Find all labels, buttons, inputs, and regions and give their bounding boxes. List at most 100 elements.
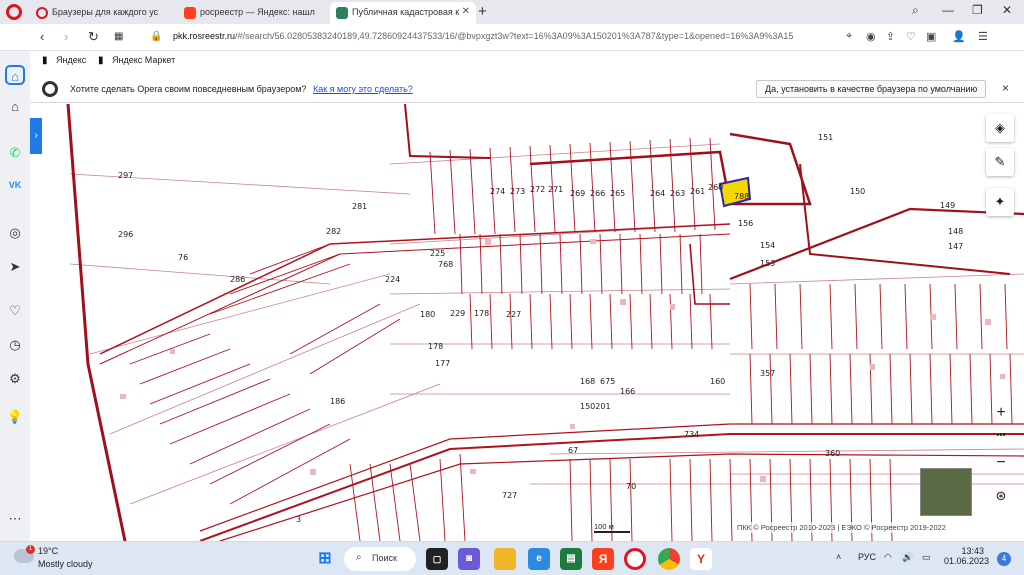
zoom-out-button[interactable]: − — [988, 454, 1014, 478]
svg-text:149: 149 — [940, 201, 955, 210]
tray-chevron-icon[interactable]: ˄ — [836, 552, 841, 562]
send-icon[interactable]: ➤ — [5, 257, 25, 277]
tab-grid-icon[interactable]: ▦ — [114, 31, 123, 42]
weather-description[interactable]: Mostly cloudy — [38, 559, 93, 569]
svg-text:225: 225 — [430, 249, 445, 258]
tab-opera-browsers[interactable]: Браузеры для каждого ус — [30, 2, 176, 24]
yandex-browser-icon[interactable]: Я — [592, 548, 614, 570]
svg-text:360: 360 — [825, 449, 840, 458]
svg-text:70: 70 — [626, 482, 636, 491]
speed-dial-icon[interactable]: ⌂ — [5, 97, 25, 117]
svg-text:3: 3 — [296, 515, 301, 524]
map-canvas[interactable]: 297 296 76 281 282 224 180 178 177 186 274 273 2… — [30, 104, 1024, 541]
minimize-icon[interactable]: — — [942, 3, 954, 17]
svg-text:272: 272 — [530, 185, 545, 194]
volume-icon[interactable]: 🔊 — [902, 552, 913, 563]
maximize-icon[interactable]: ❐ — [972, 3, 983, 17]
camera-icon[interactable]: ◉ — [866, 30, 876, 43]
svg-text:788: 788 — [734, 192, 749, 201]
snapshot-icon[interactable]: ▣ — [926, 30, 936, 43]
player-icon[interactable]: ◎ — [5, 223, 25, 243]
weather-temperature[interactable]: 19°C — [38, 546, 58, 556]
clock[interactable]: 13:43 01.06.2023 — [944, 546, 990, 566]
svg-text:274: 274 — [490, 187, 505, 196]
infobar-close-icon[interactable]: × — [1002, 81, 1009, 95]
teams-chat-icon[interactable]: ◙ — [458, 548, 480, 570]
panel-expand-icon[interactable]: › — [30, 118, 42, 154]
vk-icon[interactable]: VK — [5, 175, 25, 195]
location-icon[interactable]: ⌖ — [846, 30, 852, 43]
svg-text:281: 281 — [352, 202, 367, 211]
lightbulb-icon[interactable]: 💡 — [5, 407, 25, 427]
svg-text:224: 224 — [385, 275, 400, 284]
clock-time: 13:43 — [961, 546, 984, 556]
svg-text:229: 229 — [450, 309, 465, 318]
more-options-button[interactable]: ••• — [988, 430, 1014, 454]
measure-ruler-icon[interactable]: ✎ — [986, 148, 1014, 176]
reload-icon[interactable]: ↻ — [88, 29, 99, 45]
settings-icon[interactable]: ⚙ — [5, 369, 25, 389]
file-explorer-icon[interactable] — [494, 548, 516, 570]
infobar-help-link[interactable]: Как я могу это сделать? — [313, 84, 413, 94]
layers-icon[interactable]: ◈ — [986, 114, 1014, 142]
tab-yandex-search[interactable]: росреестр — Яндекс: нашл — [178, 2, 328, 24]
profile-icon[interactable]: 👤 — [952, 30, 966, 43]
notification-badge[interactable]: 4 — [997, 552, 1011, 566]
chrome-icon[interactable] — [658, 548, 680, 570]
buildings — [120, 239, 1005, 482]
svg-text:154: 154 — [760, 241, 775, 250]
basemap-preview[interactable] — [920, 468, 972, 516]
battery-icon[interactable]: ▭ — [922, 552, 931, 563]
compass-icon[interactable]: ⊛ — [988, 488, 1014, 512]
yandex-icon — [184, 7, 196, 19]
opera-menu-icon[interactable] — [6, 4, 22, 20]
home-icon[interactable]: ⌂ — [5, 65, 25, 85]
svg-text:177: 177 — [435, 359, 450, 368]
yandex-icon: ▮ — [42, 55, 48, 66]
set-default-browser-button[interactable]: Да, установить в качестве браузера по ум… — [756, 80, 987, 98]
close-window-icon[interactable]: ✕ — [1002, 3, 1012, 17]
share-icon[interactable]: ⇪ — [886, 30, 895, 43]
more-icon[interactable]: ⋯ — [5, 509, 25, 529]
start-windows-icon[interactable]: ⊞ — [314, 548, 336, 570]
bookmarks-bar: ▮ Яндекс ▮ Яндекс Маркет — [0, 51, 1024, 71]
svg-text:76: 76 — [178, 253, 188, 262]
bookmark-heart-icon[interactable]: ♡ — [906, 30, 916, 43]
bookmark-yandex[interactable]: ▮ Яндекс — [40, 55, 86, 66]
search-tabs-icon[interactable]: ⌕ — [912, 3, 919, 18]
opera-taskbar-icon[interactable] — [624, 548, 646, 570]
parcel-labels: 297 296 76 281 282 224 180 178 177 186 274 273 2… — [118, 133, 963, 524]
opera-sidebar: ⌂ ⌂ ✆ VK ◎ ➤ ♡ ◷ ⚙ 💡 ⋯ — [0, 51, 30, 541]
taskbar-search[interactable]: ⌕ Поиск — [344, 547, 416, 571]
new-tab-button[interactable]: + — [478, 3, 487, 20]
svg-text:156: 156 — [738, 219, 753, 228]
svg-text:150201: 150201 — [580, 402, 611, 411]
task-view-icon[interactable]: ▢ — [426, 548, 448, 570]
history-icon[interactable]: ◷ — [5, 335, 25, 355]
whatsapp-icon[interactable]: ✆ — [5, 143, 25, 163]
svg-text:296: 296 — [118, 230, 133, 239]
tools-icon[interactable]: ✦ — [986, 188, 1014, 216]
tab-cadastral-map[interactable]: Публичная кадастровая к ✕ — [330, 2, 476, 24]
clock-date: 01.06.2023 — [944, 556, 990, 566]
lock-icon: 🔒 — [150, 31, 163, 42]
tab-close-icon[interactable]: ✕ — [462, 6, 470, 17]
zoom-in-button[interactable]: + — [988, 404, 1014, 428]
heart-icon[interactable]: ♡ — [5, 301, 25, 321]
rosreestr-icon — [336, 7, 348, 19]
yandex-market-icon: ▮ — [98, 55, 104, 66]
svg-text:357: 357 — [760, 369, 775, 378]
easy-setup-icon[interactable]: ☰ — [978, 30, 988, 43]
store-icon[interactable]: ▤ — [560, 548, 582, 570]
svg-text:67: 67 — [568, 446, 578, 455]
edge-icon[interactable]: e — [528, 548, 550, 570]
cadastral-map[interactable]: 297 296 76 281 282 224 180 178 177 186 274 273 2… — [30, 104, 1024, 541]
svg-text:261: 261 — [690, 187, 705, 196]
url-field[interactable]: pkk.rosreestr.ru/#/search/56.02805383240… — [173, 31, 843, 41]
yandex-icon[interactable]: Y — [690, 548, 712, 570]
bookmark-yandex-market[interactable]: ▮ Яндекс Маркет — [96, 55, 175, 66]
language-indicator[interactable]: РУС — [858, 552, 876, 562]
back-icon[interactable]: ‹ — [40, 29, 44, 44]
wifi-icon[interactable]: ◠ — [884, 552, 892, 563]
forward-icon[interactable]: › — [64, 29, 68, 44]
